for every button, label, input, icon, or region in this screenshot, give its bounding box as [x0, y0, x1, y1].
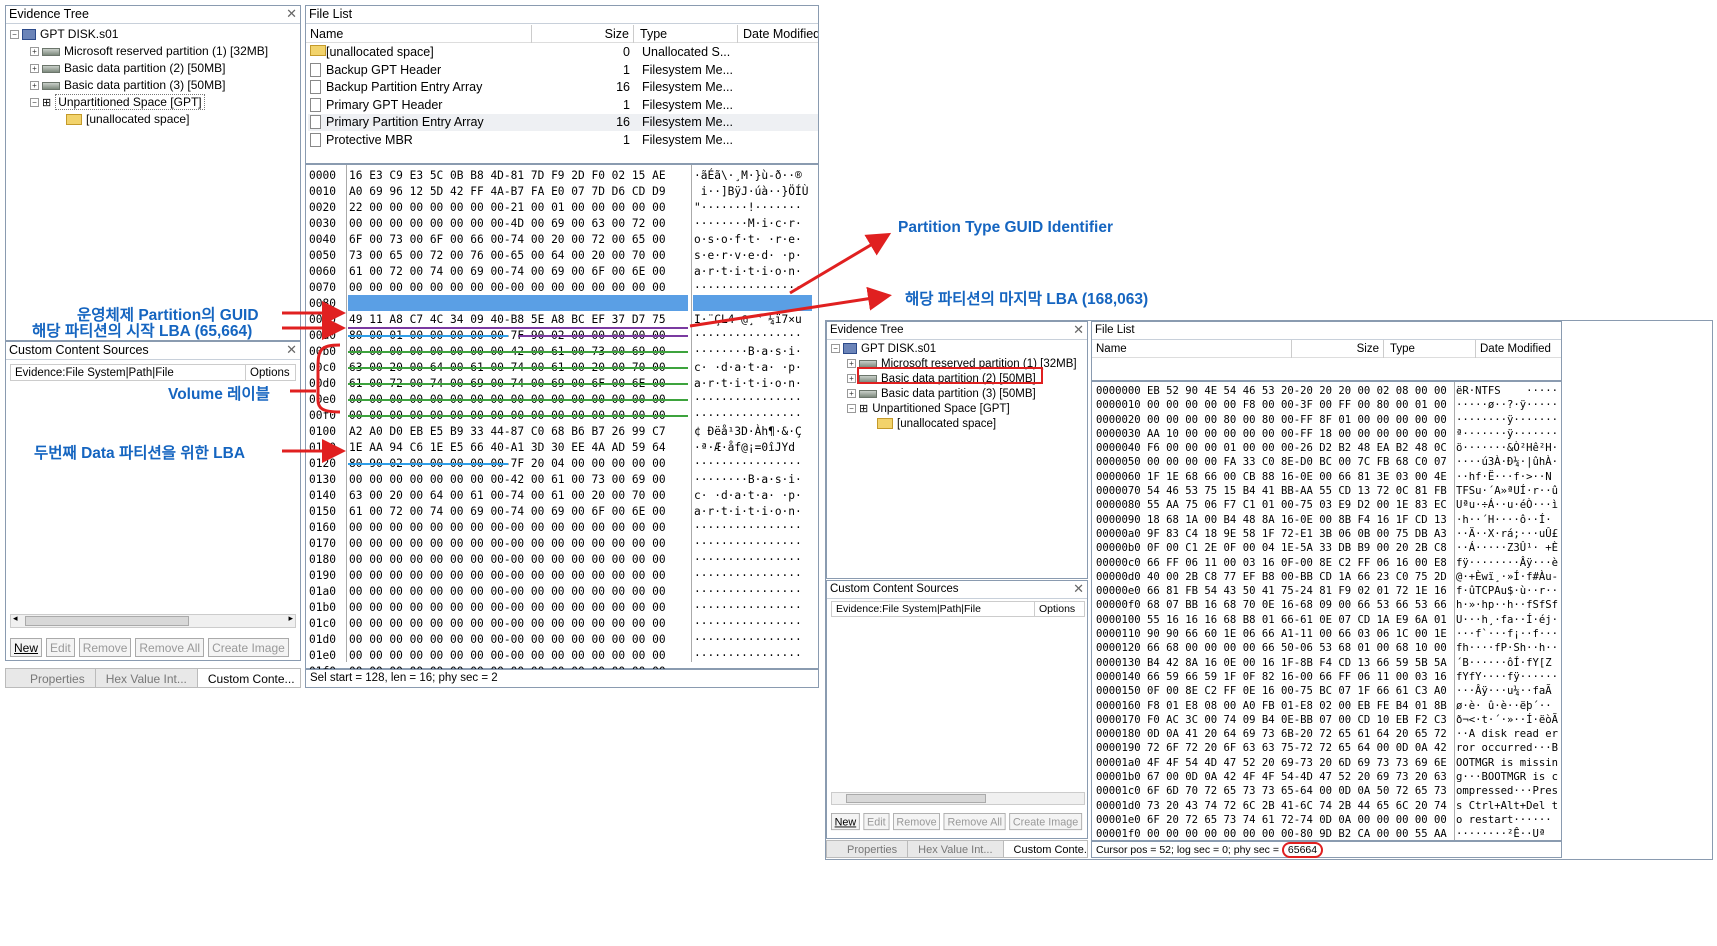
annotation-second-lba: 두번째 Data 파티션을 위한 LBA [34, 445, 246, 462]
annotation-last-lba: 해당 파티션의 마지막 LBA (168,063) [905, 291, 1149, 308]
annotation-start-lba: 해당 파티션의 시작 LBA (65,664) [32, 323, 253, 340]
annotation-arrows [282, 232, 892, 463]
annotation-volume-label: Volume 레이블 [168, 386, 270, 403]
annotation-partition-type-guid: Partition Type GUID Identifier [898, 219, 1114, 236]
